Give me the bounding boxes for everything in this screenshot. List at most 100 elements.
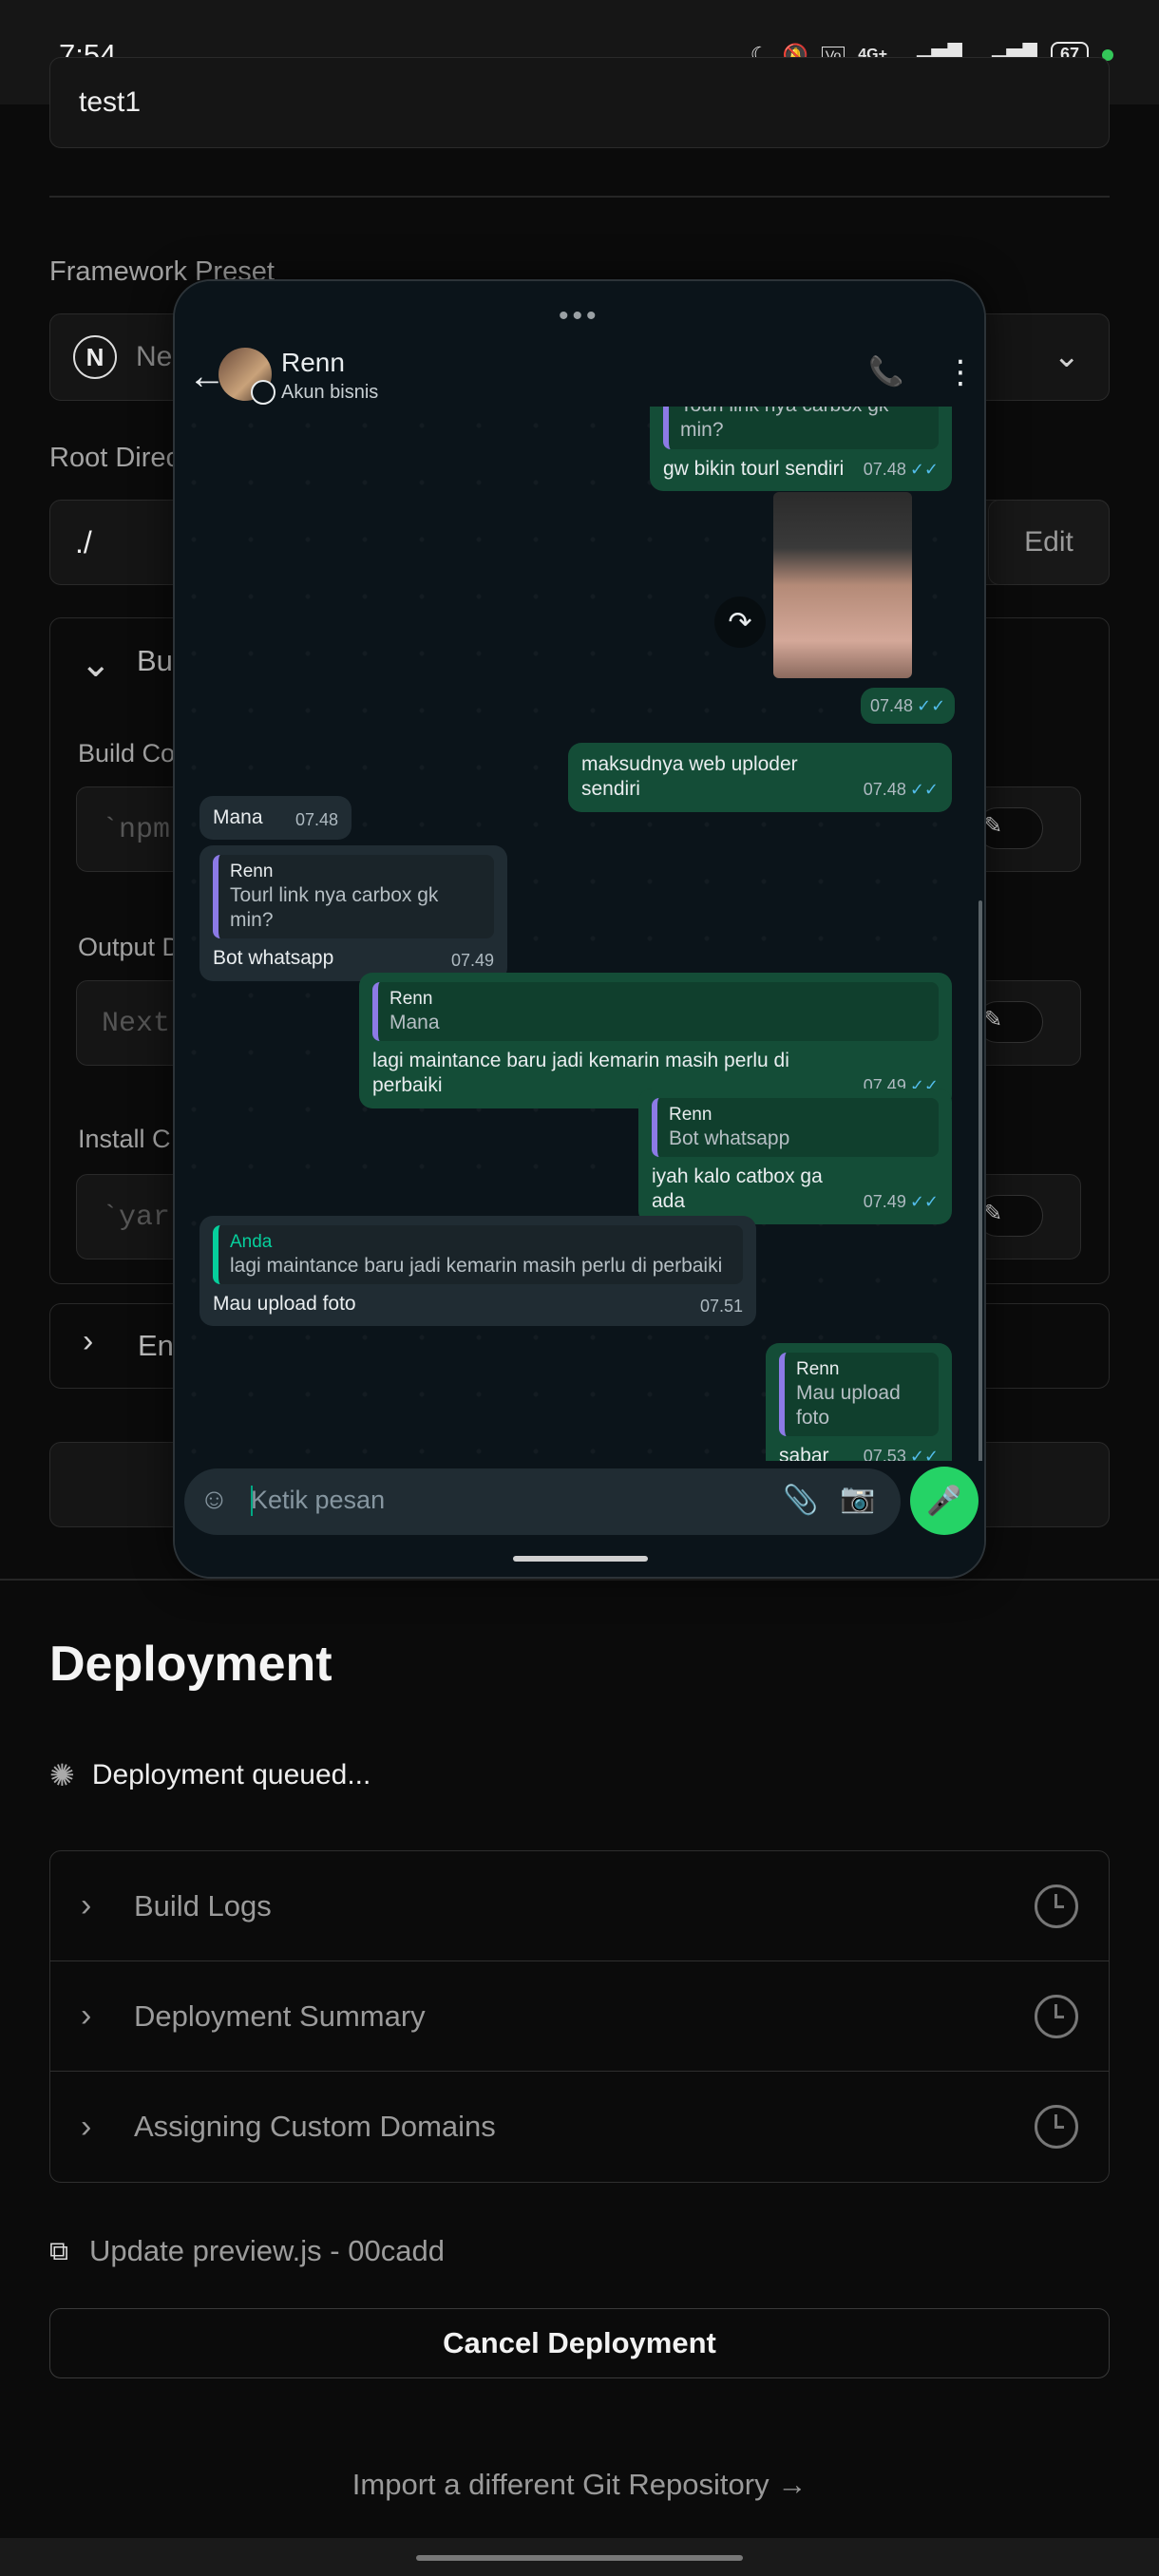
output-directory-override-toggle[interactable]: ✎: [977, 1001, 1043, 1043]
message-time: 07.48: [863, 780, 906, 800]
quoted-text: lagi maintance baru jadi kemarin masih p…: [230, 1254, 723, 1277]
chat-scrollbar[interactable]: [978, 900, 982, 1461]
read-ticks-icon: ✓✓: [909, 780, 939, 800]
attach-icon[interactable]: 📎: [783, 1484, 818, 1517]
chevron-down-icon[interactable]: ⌄: [80, 642, 112, 686]
sticker-image[interactable]: [773, 492, 912, 678]
accordion-title: Build Logs: [134, 1888, 272, 1923]
quoted-author: Renn: [669, 1105, 712, 1125]
message-text: gw bikin tourl sendiri: [663, 457, 845, 480]
message-outgoing[interactable]: Renn Bot whatsapp iyah kalo catbox ga ad…: [638, 1089, 952, 1224]
message-incoming[interactable]: Mana 07.48: [200, 796, 352, 841]
pencil-icon: ✎: [983, 1007, 1003, 1032]
quoted-message: Tourl link nya carbox gk min?: [663, 407, 939, 449]
message-outgoing[interactable]: Renn Mau upload foto sabar 07.53 ✓✓: [766, 1343, 952, 1461]
quoted-message: Renn Bot whatsapp: [652, 1098, 939, 1157]
message-outgoing[interactable]: maksudnya web uploder sendiri 07.48 ✓✓: [568, 743, 952, 812]
accordion-title: Assigning Custom Domains: [134, 2110, 496, 2143]
accordion-deployment-summary[interactable]: › Deployment Summary: [50, 1961, 1109, 2072]
accordion-custom-domains[interactable]: › Assigning Custom Domains: [50, 2072, 1109, 2182]
message-text: maksudnya web uploder sendiri: [581, 753, 798, 801]
window-menu-icon[interactable]: •••: [559, 300, 600, 332]
commit-text: Update preview.js - 00cadd: [89, 2234, 445, 2267]
build-command-label: Build Co: [78, 739, 176, 767]
accordion-build-logs[interactable]: › Build Logs: [50, 1851, 1109, 1961]
deployment-title: Deployment: [49, 1637, 332, 1692]
read-ticks-icon: ✓✓: [909, 1192, 939, 1212]
quoted-text: Mana: [390, 1011, 440, 1033]
quoted-message: Anda lagi maintance baru jadi kemarin ma…: [213, 1225, 743, 1284]
quoted-author: Anda: [230, 1232, 273, 1252]
message-time: 07.48: [294, 809, 338, 829]
install-command-placeholder: `yar: [102, 1202, 171, 1234]
read-ticks-icon: ✓✓: [909, 1447, 939, 1461]
message-time: 07.53: [863, 1447, 906, 1461]
forward-icon[interactable]: ↷: [714, 597, 766, 648]
build-settings-title[interactable]: Bu: [137, 644, 173, 678]
chat-area[interactable]: Tourl link nya carbox gk min? gw bikin t…: [175, 407, 984, 1461]
message-incoming[interactable]: Anda lagi maintance baru jadi kemarin ma…: [200, 1216, 756, 1327]
cancel-deployment-button[interactable]: Cancel Deployment: [49, 2308, 1110, 2378]
message-input[interactable]: ☺ Ketik pesan 📎 📷: [184, 1468, 901, 1535]
message-time: 07.51: [699, 1296, 743, 1316]
message-outgoing[interactable]: Tourl link nya carbox gk min? gw bikin t…: [650, 407, 952, 491]
quoted-author: Renn: [390, 989, 433, 1009]
add-call-icon[interactable]: 📞: [868, 355, 903, 388]
clock-icon: [1035, 2105, 1078, 2149]
build-command-override-toggle[interactable]: ✎: [977, 807, 1043, 849]
read-ticks-icon: ✓✓: [909, 459, 939, 479]
pencil-icon: ✎: [983, 1201, 1003, 1226]
external-link-icon: ⧉: [49, 2235, 68, 2265]
build-command-placeholder: `npm: [102, 814, 171, 846]
edit-label: Edit: [1024, 526, 1074, 558]
commit-link[interactable]: ⧉ Update preview.js - 00cadd: [49, 2234, 445, 2268]
quoted-text: Bot whatsapp: [669, 1127, 790, 1149]
framework-value: Ne: [136, 341, 173, 372]
clock-icon: [1035, 1884, 1078, 1928]
chevron-right-icon: ›: [81, 1998, 92, 2034]
install-command-override-toggle[interactable]: ✎: [977, 1195, 1043, 1237]
whatsapp-floating-window: ••• ← Renn Akun bisnis 📞 ⋮ Tourl link ny…: [173, 279, 986, 1579]
quoted-message: Renn Mana: [372, 982, 939, 1041]
chevron-right-icon: ›: [81, 2108, 92, 2145]
edit-root-button[interactable]: Edit: [988, 500, 1110, 585]
quoted-message: Renn Mau upload foto: [779, 1353, 939, 1437]
contact-name[interactable]: Renn: [281, 348, 345, 378]
read-ticks-icon: ✓✓: [917, 696, 946, 715]
nextjs-logo-icon: N: [73, 335, 117, 379]
mic-button[interactable]: 🎤: [910, 1467, 978, 1535]
spinner-icon: ✺: [49, 1758, 75, 1792]
chevron-right-icon: ›: [81, 1887, 92, 1923]
output-directory-placeholder: Next: [102, 1008, 171, 1040]
message-time: 07.48: [870, 696, 914, 715]
sticker-icon[interactable]: ☺: [200, 1484, 229, 1516]
chevron-right-icon: ›: [83, 1323, 94, 1359]
camera-icon[interactable]: 📷: [840, 1482, 875, 1515]
deployment-status: ✺ Deployment queued...: [49, 1757, 370, 1793]
quoted-message: Renn Tourl link nya carbox gk min?: [213, 855, 494, 939]
install-command-label: Install C: [78, 1125, 171, 1153]
project-name-field[interactable]: test1: [49, 57, 1110, 148]
message-incoming[interactable]: Renn Tourl link nya carbox gk min? Bot w…: [200, 845, 507, 981]
mic-icon: 🎤: [926, 1485, 962, 1517]
chevron-down-icon: ⌄: [1053, 338, 1081, 374]
quoted-text: Tourl link nya carbox gk min?: [680, 407, 888, 442]
project-name-value: test1: [79, 86, 142, 118]
root-directory-value: ./: [75, 525, 92, 559]
message-time: 07.49: [450, 951, 494, 970]
home-indicator[interactable]: [416, 2555, 743, 2561]
status-ring-icon: [251, 380, 276, 405]
more-vert-icon[interactable]: ⋮: [944, 353, 977, 391]
divider: [49, 196, 1110, 198]
output-directory-label: Output D: [78, 933, 181, 961]
message-text: Mana: [213, 806, 263, 828]
window-home-indicator[interactable]: [513, 1556, 648, 1562]
message-text: iyah kalo catbox ga ada: [652, 1165, 823, 1213]
message-time: 07.49: [863, 1192, 906, 1212]
deployment-steps: › Build Logs › Deployment Summary › Assi…: [49, 1850, 1110, 2183]
environment-variables-title: En: [138, 1329, 174, 1362]
contact-subtitle: Akun bisnis: [281, 382, 379, 403]
deployment-status-text: Deployment queued...: [91, 1759, 371, 1790]
pencil-icon: ✎: [983, 813, 1003, 839]
import-repo-link[interactable]: Import a different Git Repository →: [0, 2468, 1159, 2502]
